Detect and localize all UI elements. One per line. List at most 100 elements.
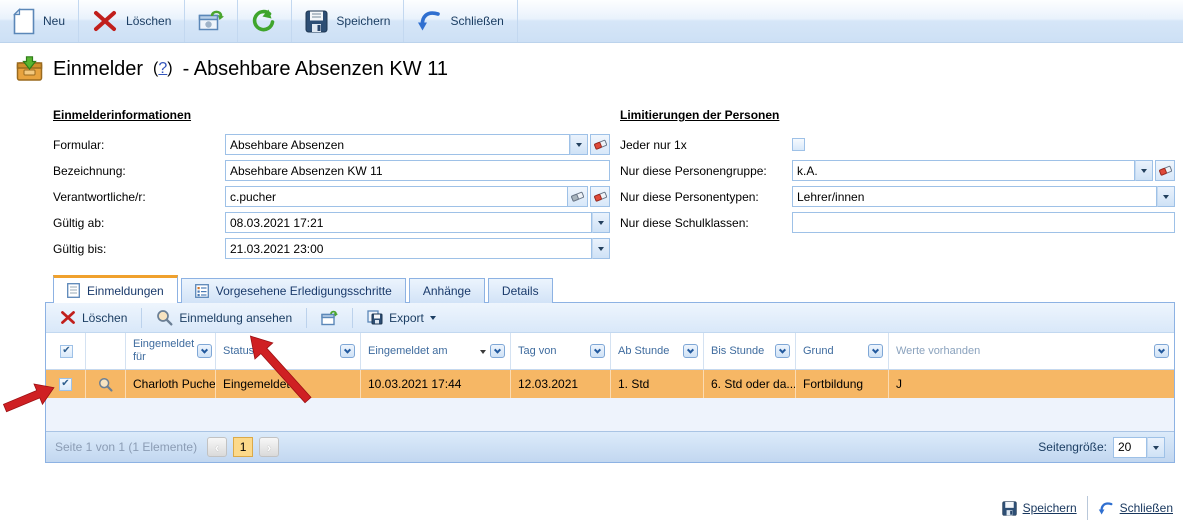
view-einmeldung-button[interactable]: Einmeldung ansehen: [148, 306, 300, 329]
formular-combo-input[interactable]: [225, 134, 570, 155]
form-row-personengruppe: Nur diese Personengruppe:: [620, 160, 1175, 181]
verantwortliche-clear-button[interactable]: [590, 186, 610, 207]
eraser-gray-icon: [571, 190, 584, 203]
header-werte-vorhanden[interactable]: Werte vorhanden: [889, 333, 1174, 369]
gueltig-ab-dropdown-button[interactable]: [592, 212, 610, 233]
header-select-all-cell: [46, 333, 86, 369]
header-ab-stunde[interactable]: Ab Stunde: [611, 333, 704, 369]
header-eingemeldet-fuer[interactable]: Eingemeldet für: [126, 333, 216, 369]
einmeldungen-grid-panel: Löschen Einmeldung ansehen Export Eingem…: [45, 302, 1175, 463]
detail-tabs: Einmeldungen Vorgesehene Erledigungsschr…: [53, 275, 553, 303]
table-row[interactable]: Charloth Pucher Eingemeldet 10.03.2021 1…: [46, 370, 1174, 398]
tab-anhaenge[interactable]: Anhänge: [409, 278, 485, 303]
delete-button[interactable]: Löschen: [79, 0, 185, 42]
filter-dropdown-icon[interactable]: [490, 344, 505, 358]
filter-dropdown-icon[interactable]: [197, 344, 212, 358]
schulklassen-input[interactable]: [792, 212, 1175, 233]
pager-prev-button[interactable]: ‹: [207, 437, 227, 457]
new-button-label: Neu: [43, 14, 65, 28]
personentypen-label: Nur diese Personentypen:: [620, 190, 792, 204]
row-checkbox[interactable]: [59, 378, 72, 391]
form-row-schulklassen: Nur diese Schulklassen:: [620, 212, 1175, 233]
filter-dropdown-icon[interactable]: [1154, 344, 1169, 358]
close-button[interactable]: Schließen: [404, 0, 517, 42]
footer-save-link[interactable]: Speichern: [1002, 501, 1077, 516]
formular-dropdown-button[interactable]: [570, 134, 588, 155]
header-grund[interactable]: Grund: [796, 333, 889, 369]
refresh-icon: [251, 9, 278, 34]
form-row-jeder-nur-1x: Jeder nur 1x: [620, 134, 1175, 155]
jeder-nur-1x-checkbox[interactable]: [792, 138, 805, 151]
page-size-dropdown-button[interactable]: [1147, 437, 1165, 458]
filter-dropdown-icon[interactable]: [775, 344, 790, 358]
tab-einmeldungen-label: Einmeldungen: [87, 284, 164, 298]
footer-close-label: Schließen: [1120, 501, 1173, 515]
bezeichnung-input[interactable]: [225, 160, 610, 181]
verantwortliche-label: Verantwortliche/r:: [53, 190, 225, 204]
header-eingemeldet-am[interactable]: Eingemeldet am: [361, 333, 511, 369]
tab-einmeldungen[interactable]: Einmeldungen: [53, 275, 178, 303]
personengruppe-clear-button[interactable]: [1155, 160, 1175, 181]
column-label: Tag von: [518, 345, 587, 358]
header-tag-von[interactable]: Tag von: [511, 333, 611, 369]
tab-anhaenge-label: Anhänge: [423, 284, 471, 298]
help-link[interactable]: ?: [158, 60, 167, 77]
gueltig-bis-input[interactable]: [225, 238, 592, 259]
grid-delete-button[interactable]: Löschen: [52, 307, 135, 328]
list-icon: [195, 284, 209, 298]
tab-erledigungsschritte[interactable]: Vorgesehene Erledigungsschritte: [181, 278, 406, 303]
cell-status: Eingemeldet: [216, 370, 361, 398]
filter-dropdown-icon[interactable]: [590, 344, 605, 358]
magnifier-icon[interactable]: [98, 377, 113, 392]
limitierungen-section: Limitierungen der Personen Jeder nur 1x …: [620, 108, 1175, 238]
grid-toolbar: Löschen Einmeldung ansehen Export: [46, 303, 1174, 333]
filter-dropdown-icon[interactable]: [340, 344, 355, 358]
pager-next-button[interactable]: ›: [259, 437, 279, 457]
page-title-text: Einmelder: [53, 58, 143, 81]
form-row-personentypen: Nur diese Personentypen:: [620, 186, 1175, 207]
header-view-cell: [86, 333, 126, 369]
form-row-bezeichnung: Bezeichnung:: [53, 160, 610, 181]
verantwortliche-input[interactable]: [225, 186, 568, 207]
right-section-heading: Limitierungen der Personen: [620, 108, 1175, 122]
footer-close-link[interactable]: Schließen: [1098, 501, 1173, 516]
page-size-value[interactable]: 20: [1113, 437, 1147, 458]
grid-empty-area: [46, 398, 1174, 431]
chevron-glyph: [872, 346, 879, 353]
filter-dropdown-icon[interactable]: [683, 344, 698, 358]
view-einmeldung-label: Einmeldung ansehen: [179, 311, 292, 325]
verantwortliche-select-button[interactable]: [568, 186, 588, 207]
process-button[interactable]: [185, 0, 238, 42]
page-title: Einmelder (?) - Absehbare Absenzen KW 11: [16, 56, 448, 82]
tab-details[interactable]: Details: [488, 278, 553, 303]
personengruppe-dropdown-button[interactable]: [1135, 160, 1153, 181]
personentypen-dropdown-button[interactable]: [1157, 186, 1175, 207]
form-row-gueltig-bis: Gültig bis:: [53, 238, 610, 259]
save-button[interactable]: Speichern: [292, 0, 404, 42]
formular-clear-button[interactable]: [590, 134, 610, 155]
chevron-down-icon: [598, 221, 604, 228]
refresh-button[interactable]: [238, 0, 292, 42]
new-button[interactable]: Neu: [0, 0, 79, 42]
header-bis-stunde[interactable]: Bis Stunde: [704, 333, 796, 369]
tab-erledigungsschritte-label: Vorgesehene Erledigungsschritte: [216, 284, 392, 298]
filter-dropdown-icon[interactable]: [868, 344, 883, 358]
gueltig-ab-input[interactable]: [225, 212, 592, 233]
save-button-label: Speichern: [336, 14, 390, 28]
magnifier-icon: [156, 309, 173, 326]
new-page-icon: [13, 8, 35, 35]
pager-page-button[interactable]: 1: [233, 437, 253, 457]
open-in-window-button[interactable]: [313, 307, 346, 329]
chevron-down-icon: [598, 247, 604, 254]
header-status[interactable]: Status: [216, 333, 361, 369]
row-select-cell: [46, 370, 86, 398]
cell-eingemeldet-am: 10.03.2021 17:44: [361, 370, 511, 398]
personengruppe-label: Nur diese Personengruppe:: [620, 164, 792, 178]
help-link-wrap: (?): [153, 60, 173, 78]
personentypen-combo-input[interactable]: [792, 186, 1157, 207]
gueltig-bis-dropdown-button[interactable]: [592, 238, 610, 259]
toolbar-separator: [352, 308, 353, 328]
personengruppe-combo-input[interactable]: [792, 160, 1135, 181]
export-button[interactable]: Export: [359, 307, 444, 328]
select-all-checkbox[interactable]: [60, 345, 73, 358]
